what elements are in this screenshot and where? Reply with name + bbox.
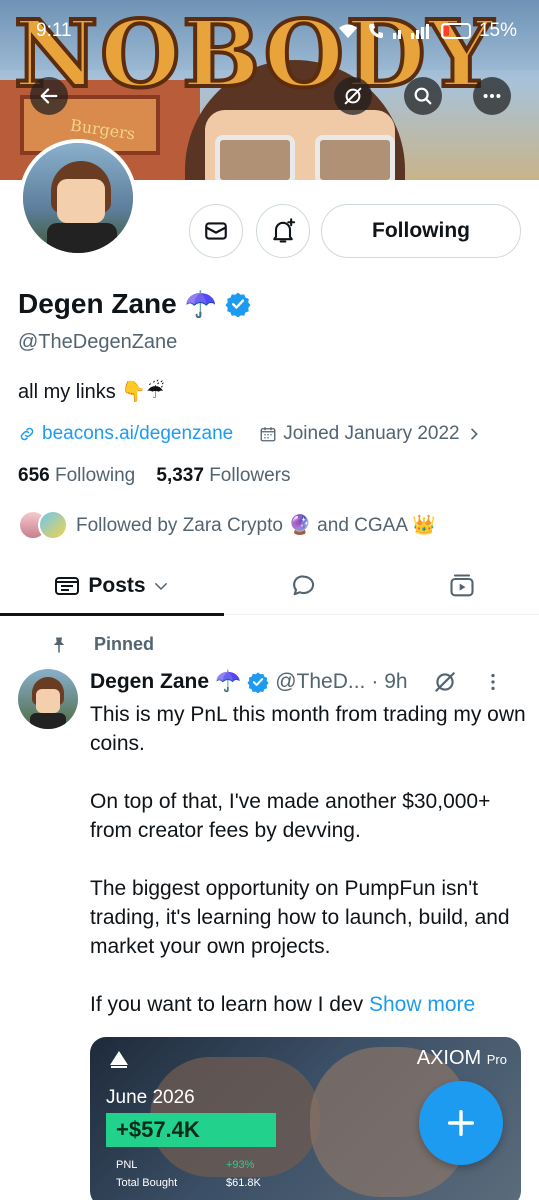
bell-plus-icon [273, 218, 296, 243]
battery-icon [440, 23, 471, 39]
profile-meta: beacons.ai/degenzane Joined January 2022 [18, 423, 528, 445]
wifi-icon [338, 24, 357, 38]
banner-glasses-right [315, 135, 395, 180]
profile-name-row: Degen Zane ☂️ [18, 288, 251, 320]
media-stats-row: PNL +93% [116, 1159, 255, 1171]
verified-badge-icon [247, 672, 269, 693]
status-time: 9:11 [36, 20, 72, 41]
media-pnl-value: +$57.4K [106, 1113, 276, 1147]
grok-icon [344, 87, 362, 105]
tab-replies[interactable] [224, 557, 384, 615]
more-horizontal-icon [483, 93, 501, 99]
media-month: June 2026 [106, 1087, 195, 1108]
post-time[interactable]: · 9h [371, 670, 407, 694]
profile-bio: all my links 👇☔ [18, 381, 165, 403]
banner-glasses-left [215, 135, 295, 180]
follower-avatar-2 [38, 510, 68, 540]
mail-icon [205, 222, 227, 240]
tab-active-indicator [0, 613, 224, 616]
battery-percent: 15% [478, 20, 517, 41]
more-vertical-icon[interactable] [482, 671, 504, 693]
followed-by-row[interactable]: Followed by Zara Crypto 🔮 and CGAA 👑 [18, 510, 436, 540]
media-stats-row: Total Bought $61.8K [116, 1177, 261, 1189]
post-paragraph-last: If you want to learn how I dev Show more [90, 993, 476, 1016]
post-text[interactable]: This is my PnL this month from trading m… [90, 700, 530, 1019]
grok-icon[interactable] [432, 669, 458, 695]
post-paragraph: This is my PnL this month from trading m… [90, 703, 526, 755]
following-link[interactable]: 656 Following [18, 465, 135, 486]
media-brand: AXIOM Pro [416, 1047, 507, 1069]
post-author-emoji: ☂️ [215, 670, 242, 693]
back-button[interactable] [30, 77, 68, 115]
chevron-right-icon[interactable] [466, 426, 482, 442]
plus-icon [447, 1109, 475, 1137]
tab-media[interactable] [384, 557, 539, 615]
link-icon [20, 427, 34, 441]
profile-joined-date: Joined January 2022 [283, 423, 460, 444]
profile-name-emoji: ☂️ [184, 288, 218, 319]
signal-icon [392, 24, 429, 39]
followed-by-text: Followed by Zara Crypto 🔮 and CGAA 👑 [76, 515, 436, 536]
grok-button[interactable] [334, 77, 372, 115]
followers-link[interactable]: 5,337 Followers [156, 465, 290, 486]
pin-icon [53, 637, 65, 652]
post-author-handle[interactable]: @TheD... [275, 670, 365, 694]
post-paragraph: On top of that, I've made another $30,00… [90, 790, 491, 842]
media-video-icon [449, 574, 474, 597]
chevron-down-icon [154, 583, 167, 591]
following-button[interactable]: Following [321, 204, 521, 258]
verified-badge-icon[interactable] [225, 291, 251, 317]
profile-stats: 656 Following 5,337 Followers [18, 465, 291, 487]
profile-website-link[interactable]: beacons.ai/degenzane [42, 423, 233, 445]
search-button[interactable] [404, 77, 442, 115]
compose-post-button[interactable] [419, 1081, 503, 1165]
pinned-label: Pinned [94, 634, 155, 654]
status-bar: 9:11 15% [0, 0, 539, 60]
pinned-indicator: Pinned [50, 634, 154, 655]
calendar-icon [260, 427, 276, 442]
profile-handle: @TheDegenZane [18, 331, 178, 353]
axiom-logo-icon [110, 1051, 128, 1068]
arrow-left-icon [40, 88, 58, 104]
status-icons: 15% [337, 20, 517, 42]
tab-posts-label: Posts [88, 574, 146, 597]
post-header: Degen Zane ☂️ @TheD... · 9h [90, 669, 530, 695]
post-author-avatar[interactable] [18, 669, 78, 729]
show-more-link[interactable]: Show more [369, 993, 475, 1016]
media-stats-table: PNL +93% Total Bought $61.8K [116, 1159, 276, 1195]
message-button[interactable] [189, 204, 243, 258]
profile-tabs: Posts [0, 557, 539, 616]
profile-avatar[interactable] [19, 139, 137, 257]
post-author-name[interactable]: Degen Zane [90, 670, 209, 694]
call-icon [368, 24, 383, 38]
notifications-button[interactable] [256, 204, 310, 258]
tab-posts[interactable]: Posts [0, 557, 224, 616]
more-options-button[interactable] [473, 77, 511, 115]
posts-filter-icon [55, 577, 80, 595]
profile-name: Degen Zane [18, 288, 177, 319]
search-icon [414, 87, 432, 105]
reply-icon [293, 575, 315, 596]
post-paragraph: The biggest opportunity on PumpFun isn't… [90, 877, 510, 958]
